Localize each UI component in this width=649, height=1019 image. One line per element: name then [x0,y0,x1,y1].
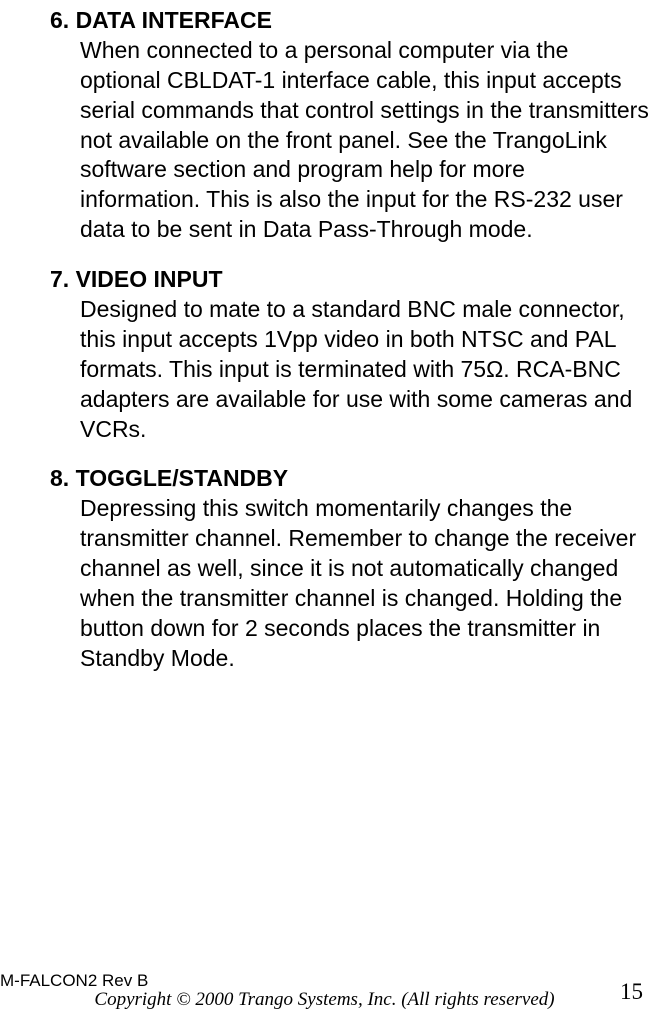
section-heading: 7. VIDEO INPUT [0,265,649,295]
section-video-input: 7. VIDEO INPUT Designed to mate to a sta… [0,265,649,444]
section-body: Designed to mate to a standard BNC male … [0,295,649,444]
footer-revision: M-FALCON2 Rev B [0,971,148,991]
section-body: Depressing this switch momentarily chang… [0,494,649,673]
footer-page-number: 15 [620,979,643,1005]
footer-copyright: Copyright © 2000 Trango Systems, Inc. (A… [0,989,649,1011]
section-heading: 6. DATA INTERFACE [0,6,649,36]
section-body: When connected to a personal computer vi… [0,36,649,245]
document-page: 6. DATA INTERFACE When connected to a pe… [0,0,649,674]
section-toggle-standby: 8. TOGGLE/STANDBY Depressing this switch… [0,464,649,673]
section-heading: 8. TOGGLE/STANDBY [0,464,649,494]
section-data-interface: 6. DATA INTERFACE When connected to a pe… [0,6,649,245]
page-footer: M-FALCON2 Rev B Copyright © 2000 Trango … [0,969,649,1019]
